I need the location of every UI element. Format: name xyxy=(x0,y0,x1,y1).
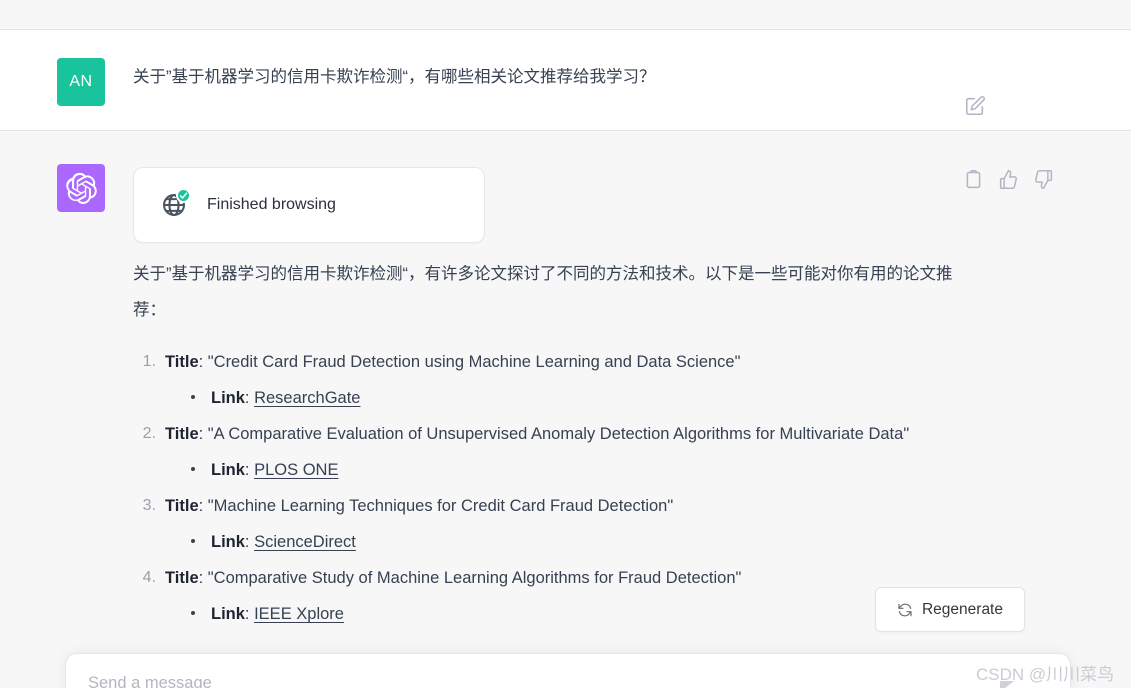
list-item: Title: "Machine Learning Techniques for … xyxy=(114,488,973,560)
globe-icon xyxy=(161,188,191,218)
answer-intro-paragraph: 关于”基于机器学习的信用卡欺诈检测“，有许多论文探讨了不同的方法和技术。以下是一… xyxy=(133,265,953,319)
edit-square-icon[interactable] xyxy=(964,95,986,117)
finished-browsing-label: Finished browsing xyxy=(207,196,336,213)
paper-source-link[interactable]: ResearchGate xyxy=(254,389,360,407)
link-colon: : xyxy=(244,533,255,551)
list-item: Title: "Credit Card Fraud Detection usin… xyxy=(114,344,973,416)
paper-link-list: Link: PLOS ONE xyxy=(189,452,973,488)
paper-title-line: Title: "A Comparative Evaluation of Unsu… xyxy=(165,416,973,452)
copy-icon[interactable] xyxy=(963,169,984,190)
paper-source-link[interactable]: ScienceDirect xyxy=(254,533,356,551)
paper-title-line: Title: "Credit Card Fraud Detection usin… xyxy=(165,344,973,380)
link-colon: : xyxy=(244,461,255,479)
paper-link-list: Link: IEEE Xplore xyxy=(189,596,973,632)
list-item: Link: ScienceDirect xyxy=(189,524,973,560)
paper-link-list: Link: ResearchGate xyxy=(189,380,973,416)
openai-logo-icon xyxy=(65,172,97,204)
title-label: Title xyxy=(165,353,199,371)
message-input-placeholder[interactable]: Send a message xyxy=(88,672,1048,688)
finished-browsing-chip[interactable]: Finished browsing xyxy=(133,167,485,243)
link-colon: : xyxy=(244,605,255,623)
paper-source-link[interactable]: IEEE Xplore xyxy=(254,605,344,623)
regenerate-button[interactable]: Regenerate xyxy=(875,587,1025,632)
top-strip xyxy=(0,0,1131,30)
paper-title-line: Title: "Machine Learning Techniques for … xyxy=(165,488,973,524)
link-label: Link xyxy=(211,461,245,479)
paper-title-text: : "A Comparative Evaluation of Unsupervi… xyxy=(198,425,910,443)
list-item: Link: PLOS ONE xyxy=(189,452,973,488)
link-label: Link xyxy=(211,389,245,407)
avatar-assistant xyxy=(57,164,105,212)
link-label: Link xyxy=(211,605,245,623)
paper-title-text: : "Machine Learning Techniques for Credi… xyxy=(198,497,674,515)
link-colon: : xyxy=(244,389,255,407)
regenerate-label: Regenerate xyxy=(921,600,1003,618)
paper-title-text: : "Comparative Study of Machine Learning… xyxy=(198,569,742,587)
message-composer[interactable]: Send a message xyxy=(65,653,1071,688)
title-label: Title xyxy=(165,569,199,587)
paper-title-text: : "Credit Card Fraud Detection using Mac… xyxy=(198,353,741,371)
title-label: Title xyxy=(165,425,199,443)
list-item: Title: "Comparative Study of Machine Lea… xyxy=(114,560,973,632)
avatar-user: AN xyxy=(57,58,105,106)
list-item: Link: ResearchGate xyxy=(189,380,973,416)
thumbs-down-icon[interactable] xyxy=(1033,169,1054,190)
csdn-watermark: CSDN @川川菜鸟 xyxy=(976,665,1115,684)
title-label: Title xyxy=(165,497,199,515)
check-circle-icon xyxy=(176,188,191,203)
list-item: Link: IEEE Xplore xyxy=(189,596,973,632)
link-label: Link xyxy=(211,533,245,551)
paper-link-list: Link: ScienceDirect xyxy=(189,524,973,560)
assistant-answer-body: 关于”基于机器学习的信用卡欺诈检测“，有许多论文探讨了不同的方法和技术。以下是一… xyxy=(114,256,973,632)
thumbs-up-icon[interactable] xyxy=(998,169,1019,190)
paper-recommendation-list: Title: "Credit Card Fraud Detection usin… xyxy=(114,344,973,632)
avatar-initials: AN xyxy=(69,73,93,90)
list-item: Title: "A Comparative Evaluation of Unsu… xyxy=(114,416,973,488)
user-message-text: 关于”基于机器学习的信用卡欺诈检测“，有哪些相关论文推荐给我学习？ xyxy=(133,68,656,86)
paper-title-line: Title: "Comparative Study of Machine Lea… xyxy=(165,560,973,596)
user-message-row: AN 关于”基于机器学习的信用卡欺诈检测“，有哪些相关论文推荐给我学习？ xyxy=(0,31,1131,131)
watermark-arrow-icon xyxy=(1000,681,1014,688)
assistant-action-icons xyxy=(963,169,1054,190)
paper-source-link[interactable]: PLOS ONE xyxy=(254,461,338,479)
refresh-icon xyxy=(897,602,913,618)
